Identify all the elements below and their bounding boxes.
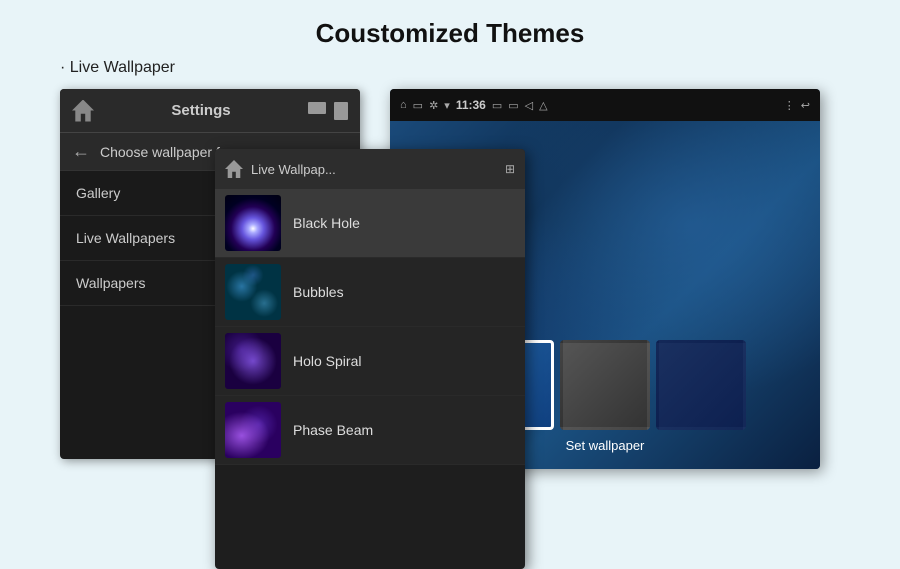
topbar-icons — [308, 102, 348, 120]
lw-item-bubbles[interactable]: Bubbles — [215, 258, 525, 327]
screenshots-area: Settings ← Choose wallpaper from Gallery… — [60, 89, 880, 509]
lw-thumb-bubbles — [225, 264, 281, 320]
preview-tri-icon: △ — [539, 99, 547, 112]
live-wallpapers-screen: Live Wallpap... ⊞ Black Hole Bubbles Hol… — [215, 149, 525, 569]
lw-label-black-hole: Black Hole — [293, 215, 360, 231]
home-icon — [72, 100, 94, 122]
settings-title: Settings — [104, 102, 298, 119]
lw-expand-icon: ⊞ — [505, 162, 515, 176]
lw-label-bubbles: Bubbles — [293, 284, 344, 300]
preview-monitor-icon: ▭ — [413, 99, 423, 112]
preview-topbar-left: ⌂ ▭ ✲ ▾ 11:36 ▭ ▭ ◁ △ — [400, 98, 548, 112]
battery-icon — [334, 102, 348, 120]
page-title: Coustomized Themes — [0, 0, 900, 59]
settings-topbar: Settings — [60, 89, 360, 133]
preview-dock-icon: ▭ — [508, 99, 518, 112]
monitor-icon — [308, 102, 326, 114]
wallpaper-option-darkblue[interactable] — [656, 340, 746, 430]
page-subtitle: · Live Wallpaper — [0, 59, 900, 77]
preview-vol-icon: ◁ — [525, 99, 533, 112]
preview-topbar-right: ⋮ ↩ — [784, 99, 810, 112]
lw-label-phase-beam: Phase Beam — [293, 422, 373, 438]
set-wallpaper-label: Set wallpaper — [566, 438, 645, 453]
preview-home-icon: ⌂ — [400, 99, 407, 111]
wallpaper-option-gray[interactable] — [560, 340, 650, 430]
preview-msg-icon: ▭ — [492, 99, 502, 112]
lw-topbar: Live Wallpap... ⊞ — [215, 149, 525, 189]
lw-thumb-holo-spiral — [225, 333, 281, 389]
preview-time: 11:36 — [456, 98, 486, 112]
back-arrow-icon[interactable]: ← — [72, 141, 90, 162]
preview-wifi-icon: ▾ — [444, 99, 450, 112]
lw-home-icon — [225, 160, 243, 178]
lw-item-holo-spiral[interactable]: Holo Spiral — [215, 327, 525, 396]
lw-thumb-black-hole — [225, 195, 281, 251]
lw-topbar-title: Live Wallpap... — [251, 162, 497, 177]
preview-menu-icon: ⋮ — [784, 99, 795, 112]
preview-signal-icon: ✲ — [429, 99, 438, 112]
preview-back-icon: ↩ — [801, 99, 810, 112]
lw-item-phase-beam[interactable]: Phase Beam — [215, 396, 525, 465]
preview-topbar: ⌂ ▭ ✲ ▾ 11:36 ▭ ▭ ◁ △ ⋮ ↩ — [390, 89, 820, 121]
lw-label-holo-spiral: Holo Spiral — [293, 353, 361, 369]
lw-item-black-hole[interactable]: Black Hole — [215, 189, 525, 258]
lw-thumb-phase-beam — [225, 402, 281, 458]
